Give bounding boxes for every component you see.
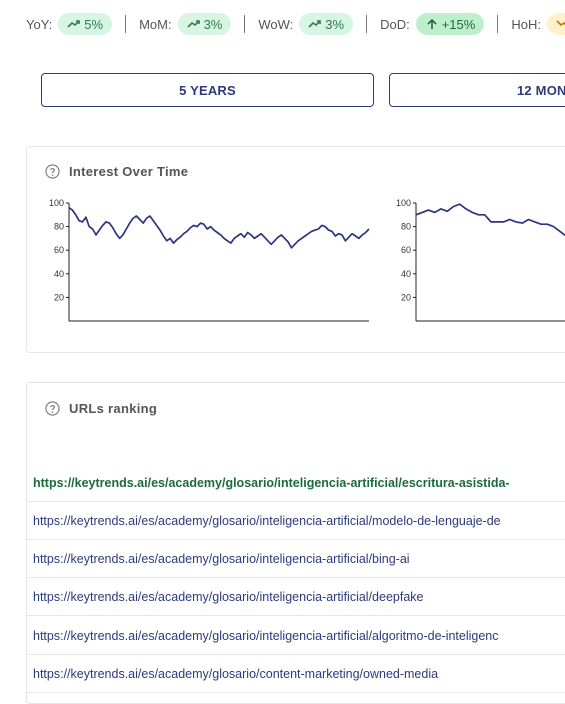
y-tick-label: 40 [54, 269, 64, 279]
card-header: Interest Over Time [45, 164, 188, 179]
divider [125, 15, 127, 33]
twelve-months-button[interactable]: 12 MON [389, 73, 565, 107]
metric-badge: 5% [58, 13, 113, 35]
metric-value: 5% [84, 16, 104, 32]
url-row[interactable]: https://keytrends.ai/es/academy/glosario… [27, 578, 565, 616]
metric-label: DoD: [380, 16, 410, 32]
metric-label: HoH: [511, 16, 541, 32]
trend-up-icon [187, 20, 200, 28]
arrow-up-icon [427, 19, 437, 29]
metric-wow: WoW: 3% [258, 13, 354, 35]
metric-badge: 3% [177, 13, 232, 35]
divider [497, 15, 499, 33]
url-row[interactable]: https://keytrends.ai/es/academy/glosario… [27, 617, 565, 655]
metric-value: +15% [441, 16, 476, 32]
interest-chart-5y: 20 40 60 80 100 [49, 198, 370, 322]
trend-up-icon [308, 20, 322, 28]
metric-value: 3% [325, 16, 345, 32]
url-row-top[interactable]: https://keytrends.ai/es/academy/glosario… [27, 464, 565, 502]
metric-badge: - [546, 13, 565, 35]
y-tick-label: 20 [54, 292, 64, 302]
metric-label: WoW: [258, 16, 294, 32]
url-row[interactable]: https://keytrends.ai/es/academy/glosario… [27, 540, 565, 578]
growth-metrics-bar: YoY: 5% MoM: 3% WoW: 3% DoD: +15% HoH: [26, 12, 565, 36]
metric-hoh: HoH: - [511, 13, 565, 35]
divider [244, 15, 246, 33]
y-tick-label: 100 [396, 198, 411, 208]
interest-over-time-card: Interest Over Time 20 40 60 80 100 20 40 60 80 1… [26, 146, 565, 353]
series-line [415, 203, 565, 237]
metric-badge: 3% [299, 13, 354, 35]
urls-ranking-card: URLs ranking https://keytrends.ai/es/aca… [26, 382, 565, 704]
five-years-button[interactable]: 5 YEARS [41, 73, 374, 107]
metric-badge: +15% [415, 13, 485, 35]
y-tick-label: 40 [401, 269, 411, 279]
divider [366, 15, 368, 33]
metric-mom: MoM: 3% [139, 13, 232, 35]
url-row[interactable]: https://keytrends.ai/es/academy/glosario… [27, 655, 565, 693]
metric-dod: DoD: +15% [380, 13, 485, 35]
metric-label: YoY: [26, 16, 53, 32]
y-tick-label: 80 [54, 222, 64, 232]
series-line [68, 207, 370, 249]
y-tick-label: 60 [401, 245, 411, 255]
card-title: URLs ranking [69, 401, 158, 416]
metric-yoy: YoY: 5% [26, 13, 113, 35]
trend-down-icon [556, 20, 565, 28]
y-tick-label: 20 [401, 292, 411, 302]
y-tick-label: 80 [401, 222, 411, 232]
url-row[interactable]: https://keytrends.ai/es/academy/glosario… [27, 502, 565, 540]
y-tick-label: 60 [54, 245, 64, 255]
help-circle-icon[interactable] [45, 164, 60, 179]
metric-value: 3% [203, 16, 223, 32]
interest-chart-12m: 20 40 60 80 100 [396, 198, 565, 322]
card-header: URLs ranking [45, 401, 157, 416]
card-title: Interest Over Time [69, 164, 189, 179]
trend-up-icon [67, 20, 81, 28]
help-circle-icon[interactable] [45, 401, 60, 416]
y-tick-label: 100 [49, 198, 64, 208]
metric-label: MoM: [139, 16, 172, 32]
